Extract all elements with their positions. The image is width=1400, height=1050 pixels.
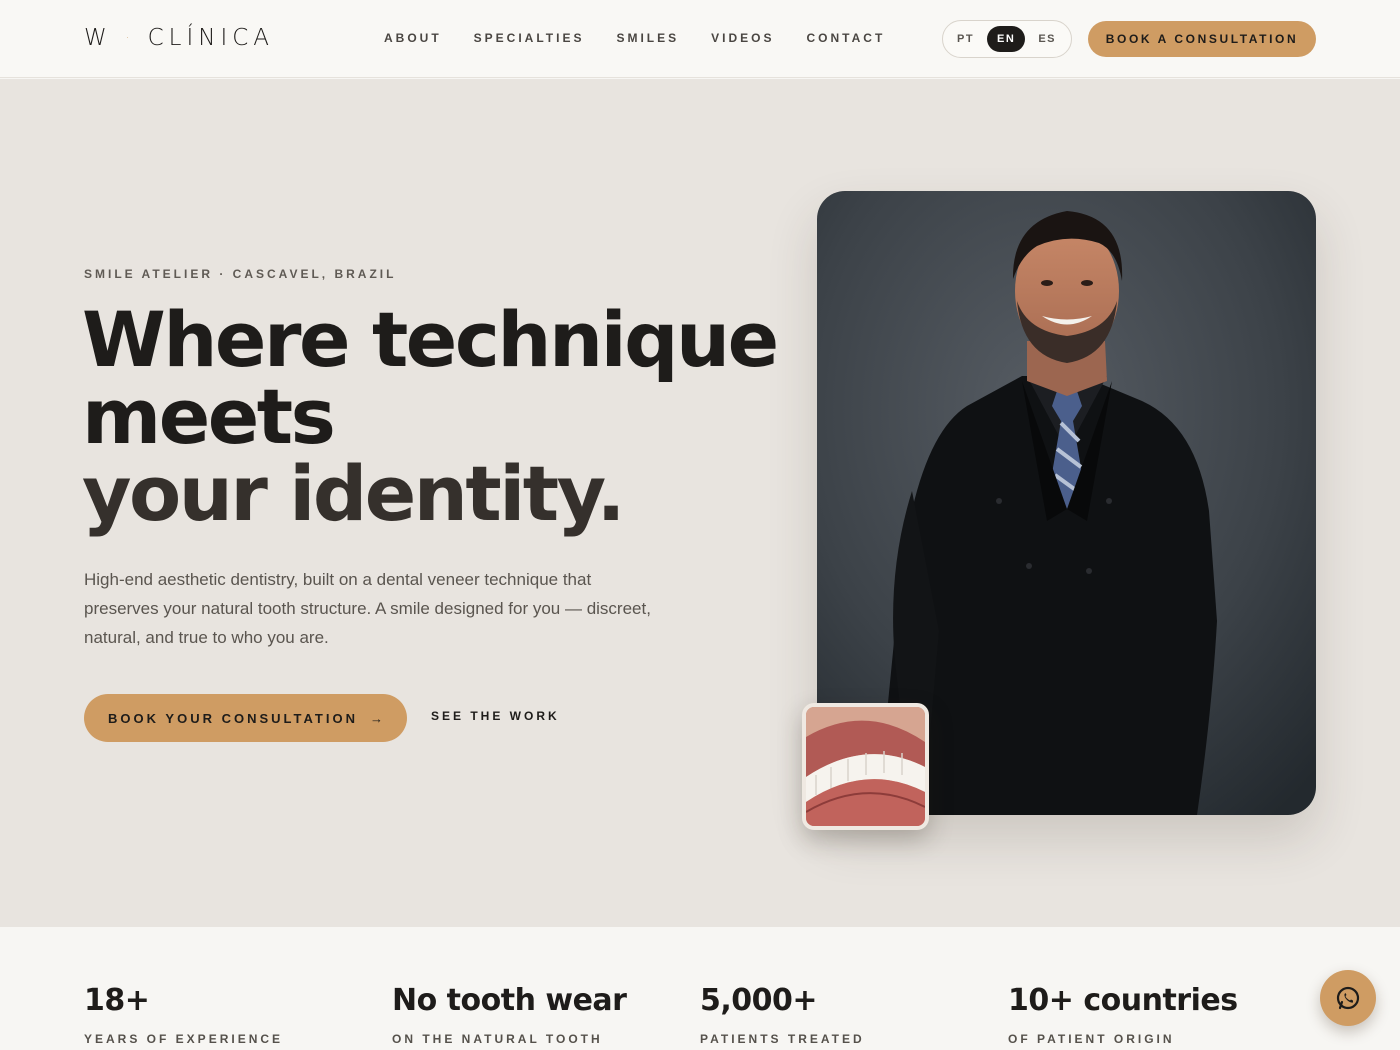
stat-tooth-wear: No tooth wear ON THE NATURAL TOOTH — [392, 983, 627, 1046]
nav-specialties[interactable]: SPECIALTIES — [474, 31, 585, 45]
stat-patients: 5,000+ PATIENTS TREATED — [700, 983, 865, 1046]
hero-section: SMILE ATELIER · CASCAVEL, BRAZIL Where t… — [0, 79, 1400, 927]
whatsapp-icon — [1336, 986, 1360, 1010]
logo-separator: · — [125, 31, 130, 45]
stat-label: OF PATIENT ORIGIN — [1008, 1032, 1175, 1046]
main-nav: ABOUT SPECIALTIES SMILES VIDEOS CONTACT — [384, 31, 917, 45]
book-your-consultation-button[interactable]: BOOK YOUR CONSULTATION → — [84, 694, 407, 742]
whatsapp-button[interactable] — [1320, 970, 1376, 1026]
hero-eyebrow: SMILE ATELIER · CASCAVEL, BRAZIL — [84, 267, 397, 281]
book-consultation-button[interactable]: BOOK A CONSULTATION — [1088, 21, 1316, 57]
nav-videos[interactable]: VIDEOS — [711, 31, 774, 45]
nav-about[interactable]: ABOUT — [384, 31, 442, 45]
stat-value: 5,000+ — [700, 983, 818, 1018]
primary-cta-label: BOOK YOUR CONSULTATION — [108, 710, 358, 726]
lang-en[interactable]: EN — [987, 26, 1026, 52]
stat-label: ON THE NATURAL TOOTH — [392, 1032, 603, 1046]
logo-mark: W — [84, 25, 112, 51]
logo-wordmark: CLÍNICA — [147, 25, 275, 51]
smile-illustration — [806, 707, 925, 826]
nav-contact[interactable]: CONTACT — [807, 31, 886, 45]
see-the-work-link[interactable]: SEE THE WORK — [431, 709, 560, 723]
stat-label: YEARS OF EXPERIENCE — [84, 1032, 284, 1046]
stat-experience: 18+ YEARS OF EXPERIENCE — [84, 983, 283, 1046]
stat-label: PATIENTS TREATED — [700, 1032, 865, 1046]
language-switcher: PT EN ES — [942, 20, 1072, 58]
headline-line-1: Where technique — [82, 295, 779, 384]
headline-line-2: meets — [82, 372, 336, 461]
site-header: W · CLÍNICA ABOUT SPECIALTIES SMILES VID… — [0, 0, 1400, 78]
logo[interactable]: W · CLÍNICA — [84, 25, 274, 51]
stat-value: 18+ — [84, 983, 150, 1018]
hero-lede: High-end aesthetic dentistry, built on a… — [84, 570, 651, 647]
headline-line-3: your identity. — [82, 449, 626, 538]
arrow-right-icon: → — [369, 710, 383, 726]
stat-value: No tooth wear — [392, 983, 627, 1018]
stat-countries: 10+ countries OF PATIENT ORIGIN — [1008, 983, 1238, 1046]
stats-section: 18+ YEARS OF EXPERIENCE No tooth wear ON… — [0, 927, 1400, 1050]
smile-closeup-image — [802, 703, 929, 830]
nav-smiles[interactable]: SMILES — [616, 31, 679, 45]
lang-es[interactable]: ES — [1038, 33, 1056, 45]
stat-value: 10+ countries — [1008, 983, 1238, 1018]
lang-pt[interactable]: PT — [957, 33, 974, 45]
hero-headline: Where technique meets your identity. — [82, 295, 779, 538]
